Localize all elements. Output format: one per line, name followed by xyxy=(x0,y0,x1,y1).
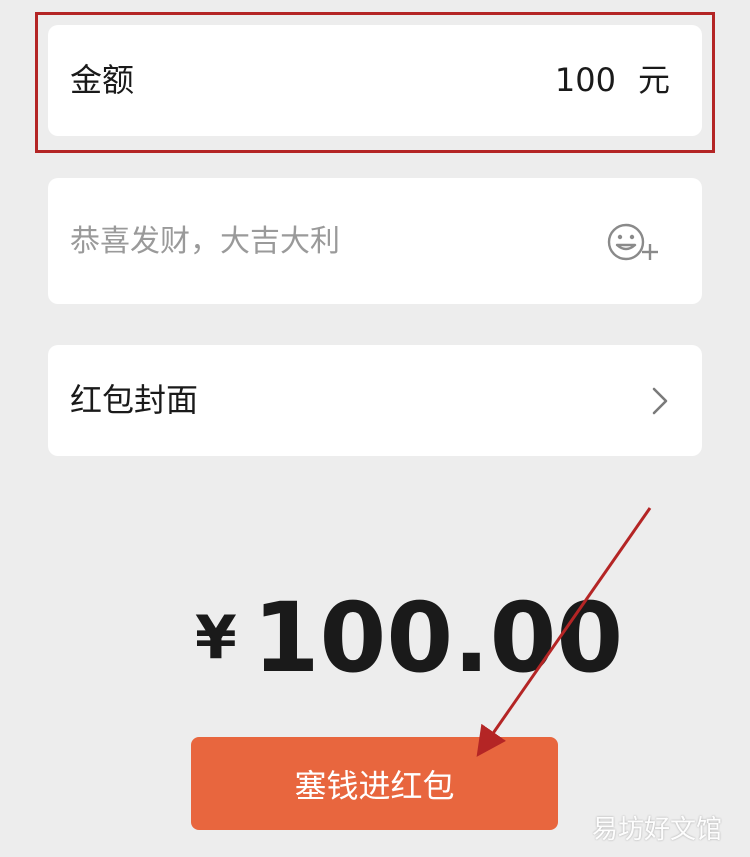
put-money-button[interactable]: 塞钱进红包 xyxy=(191,737,558,830)
emoji-add-icon[interactable] xyxy=(606,220,662,264)
greeting-card xyxy=(48,178,702,304)
red-packet-cover-row[interactable]: 红包封面 xyxy=(48,345,702,456)
watermark: 易坊好文馆 xyxy=(591,815,722,845)
greeting-input[interactable] xyxy=(70,223,590,259)
cover-label: 红包封面 xyxy=(70,381,199,419)
annotation-highlight-box xyxy=(35,12,715,153)
total-amount-value: 100.00 xyxy=(252,582,624,694)
currency-symbol: ¥ xyxy=(195,603,237,673)
chevron-right-icon[interactable] xyxy=(650,385,670,417)
total-amount: ¥100.00 xyxy=(195,590,623,690)
